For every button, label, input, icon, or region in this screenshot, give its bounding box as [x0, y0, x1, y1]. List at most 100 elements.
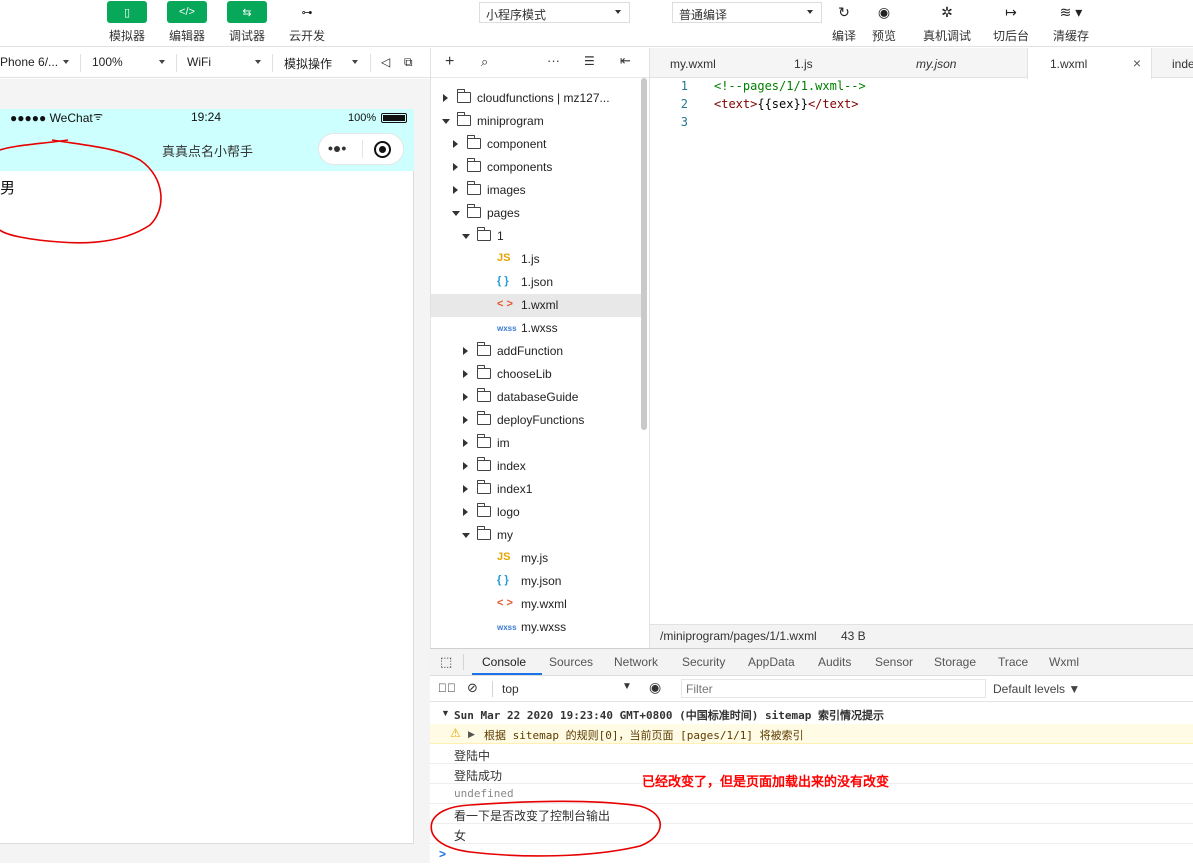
tree-file[interactable]: { } my.json: [431, 570, 643, 593]
eye-icon[interactable]: ◉: [649, 679, 661, 696]
tree-folder[interactable]: pages: [431, 202, 643, 225]
caret-right-icon[interactable]: [443, 94, 448, 102]
devtools-tab[interactable]: Security: [682, 655, 725, 669]
context-select[interactable]: top: [502, 682, 519, 696]
caret-right-icon[interactable]: [463, 439, 468, 447]
code-editor[interactable]: 1 <!--pages/1/1.wxml--> 2 <text>{{sex}}</te…: [650, 79, 1193, 624]
devtools-tab[interactable]: Sources: [549, 655, 593, 669]
device-select[interactable]: Phone 6/...: [0, 55, 58, 69]
close-target-icon[interactable]: [374, 141, 391, 158]
explorer-scrollbar[interactable]: [641, 78, 647, 430]
code-line[interactable]: <!--pages/1/1.wxml-->: [714, 79, 866, 93]
caret-right-icon[interactable]: ▶: [468, 729, 475, 740]
tree-folder[interactable]: deployFunctions: [431, 409, 643, 432]
close-icon[interactable]: ×: [1133, 55, 1141, 71]
caret-right-icon[interactable]: [463, 347, 468, 355]
caret-down-icon[interactable]: [462, 533, 470, 538]
capsule-menu[interactable]: •●•: [318, 133, 404, 165]
devtools-tab[interactable]: Console: [482, 655, 526, 669]
inspect-icon[interactable]: ⬚: [440, 654, 452, 670]
remote-debug-button[interactable]: ✲ 真机调试: [922, 1, 972, 44]
caret-right-icon[interactable]: [463, 485, 468, 493]
editor-tab[interactable]: my.json: [894, 48, 1027, 78]
simulator-button[interactable]: ▯ 模拟器: [97, 1, 157, 44]
tree-file[interactable]: { } 1.json: [431, 271, 643, 294]
caret-right-icon[interactable]: [453, 140, 458, 148]
caret-down-icon[interactable]: ▼: [441, 708, 450, 718]
tree-folder[interactable]: index1: [431, 478, 643, 501]
console-prompt[interactable]: >: [430, 844, 1193, 864]
tree-folder[interactable]: chooseLib: [431, 363, 643, 386]
code-line[interactable]: <text>{{sex}}</text>: [714, 97, 859, 111]
devtools-tab[interactable]: Storage: [934, 655, 976, 669]
collapse-panel-icon[interactable]: ⇤: [620, 53, 631, 69]
tree-file[interactable]: JS 1.js: [431, 248, 643, 271]
tree-folder[interactable]: component: [431, 133, 643, 156]
caret-right-icon[interactable]: [463, 370, 468, 378]
tree-folder[interactable]: miniprogram: [431, 110, 643, 133]
devtools-tab[interactable]: Network: [614, 655, 658, 669]
folder-icon: [477, 526, 491, 540]
tree-folder[interactable]: logo: [431, 501, 643, 524]
tree-folder[interactable]: 1: [431, 225, 643, 248]
sidebar-toggle-icon[interactable]: ▶⃞: [438, 681, 456, 695]
mode-select[interactable]: 小程序模式: [479, 2, 630, 23]
annotation-note: 已经改变了，但是页面加载出来的没有改变: [642, 774, 890, 789]
console-group-header[interactable]: ▼ Sun Mar 22 2020 19:23:40 GMT+0800 (中国标准…: [430, 704, 1193, 724]
editor-tab[interactable]: my.wxml: [650, 48, 772, 78]
caret-down-icon[interactable]: [442, 119, 450, 124]
add-icon[interactable]: +: [445, 53, 454, 71]
network-select[interactable]: WiFi: [187, 55, 211, 69]
background-button[interactable]: ↦ 切后台: [986, 1, 1036, 44]
devtools-tab[interactable]: Sensor: [875, 655, 913, 669]
caret-right-icon[interactable]: [463, 393, 468, 401]
editor-button[interactable]: </> 编辑器: [157, 1, 217, 44]
editor-tab[interactable]: 1.js: [772, 48, 894, 78]
caret-right-icon[interactable]: [463, 416, 468, 424]
tree-folder[interactable]: databaseGuide: [431, 386, 643, 409]
clear-cache-button[interactable]: ≋ ▾ 清缓存: [1046, 1, 1096, 44]
phone-screen[interactable]: ●●●●● WeChat ᯤ 19:24 100% 真真点名小帮手 •●• 男: [0, 109, 414, 844]
devtools-tab[interactable]: Trace: [998, 655, 1028, 669]
caret-right-icon[interactable]: [453, 186, 458, 194]
tree-folder[interactable]: im: [431, 432, 643, 455]
console-warning[interactable]: ⚠ ▶ 根据 sitemap 的规则[0]，当前页面 [pages/1/1] 将被索…: [430, 724, 1193, 744]
cloud-button[interactable]: ⊶ 云开发: [277, 1, 337, 44]
devtools-tab[interactable]: Audits: [818, 655, 851, 669]
tree-file[interactable]: < > my.wxml: [431, 593, 643, 616]
caret-right-icon[interactable]: [463, 462, 468, 470]
search-icon[interactable]: ⌕: [481, 54, 488, 70]
tree-folder[interactable]: images: [431, 179, 643, 202]
tree-folder[interactable]: my: [431, 524, 643, 547]
operation-select[interactable]: 模拟操作: [284, 55, 332, 72]
caret-down-icon[interactable]: [452, 211, 460, 216]
more-dots-icon[interactable]: •●•: [328, 140, 346, 156]
tree-folder[interactable]: cloudfunctions | mz127...: [431, 87, 643, 110]
caret-right-icon[interactable]: [463, 508, 468, 516]
window-icon[interactable]: ⧉: [404, 55, 413, 70]
console-filter-input[interactable]: [681, 679, 986, 698]
tree-file[interactable]: < > 1.wxml: [431, 294, 643, 317]
editor-tab[interactable]: 1.wxml ×: [1027, 48, 1152, 79]
tree-folder[interactable]: addFunction: [431, 340, 643, 363]
zoom-select[interactable]: 100%: [92, 55, 123, 69]
tree-file[interactable]: wxss my.wxss: [431, 616, 643, 639]
levels-select[interactable]: Default levels ▼: [993, 682, 1080, 696]
preview-button[interactable]: ◉ 预览: [859, 1, 909, 44]
editor-tab[interactable]: inde: [1152, 48, 1193, 78]
compile-mode-select[interactable]: 普通编译: [672, 2, 822, 23]
more-icon[interactable]: ···: [547, 53, 560, 68]
tree-folder[interactable]: index: [431, 455, 643, 478]
devtools-tab[interactable]: AppData: [748, 655, 795, 669]
caret-right-icon[interactable]: [453, 163, 458, 171]
debugger-button[interactable]: ⇆ 调试器: [217, 1, 277, 44]
sort-icon[interactable]: ☰: [584, 54, 595, 68]
tree-file[interactable]: JS my.js: [431, 547, 643, 570]
tree-file[interactable]: wxss 1.wxss: [431, 317, 643, 340]
tree-folder[interactable]: components: [431, 156, 643, 179]
volume-icon[interactable]: ◁: [381, 55, 390, 69]
chevron-down-icon[interactable]: ▼: [622, 681, 632, 692]
devtools-tab[interactable]: Wxml: [1049, 655, 1079, 669]
clear-console-icon[interactable]: ⊘: [467, 680, 478, 696]
caret-down-icon[interactable]: [462, 234, 470, 239]
